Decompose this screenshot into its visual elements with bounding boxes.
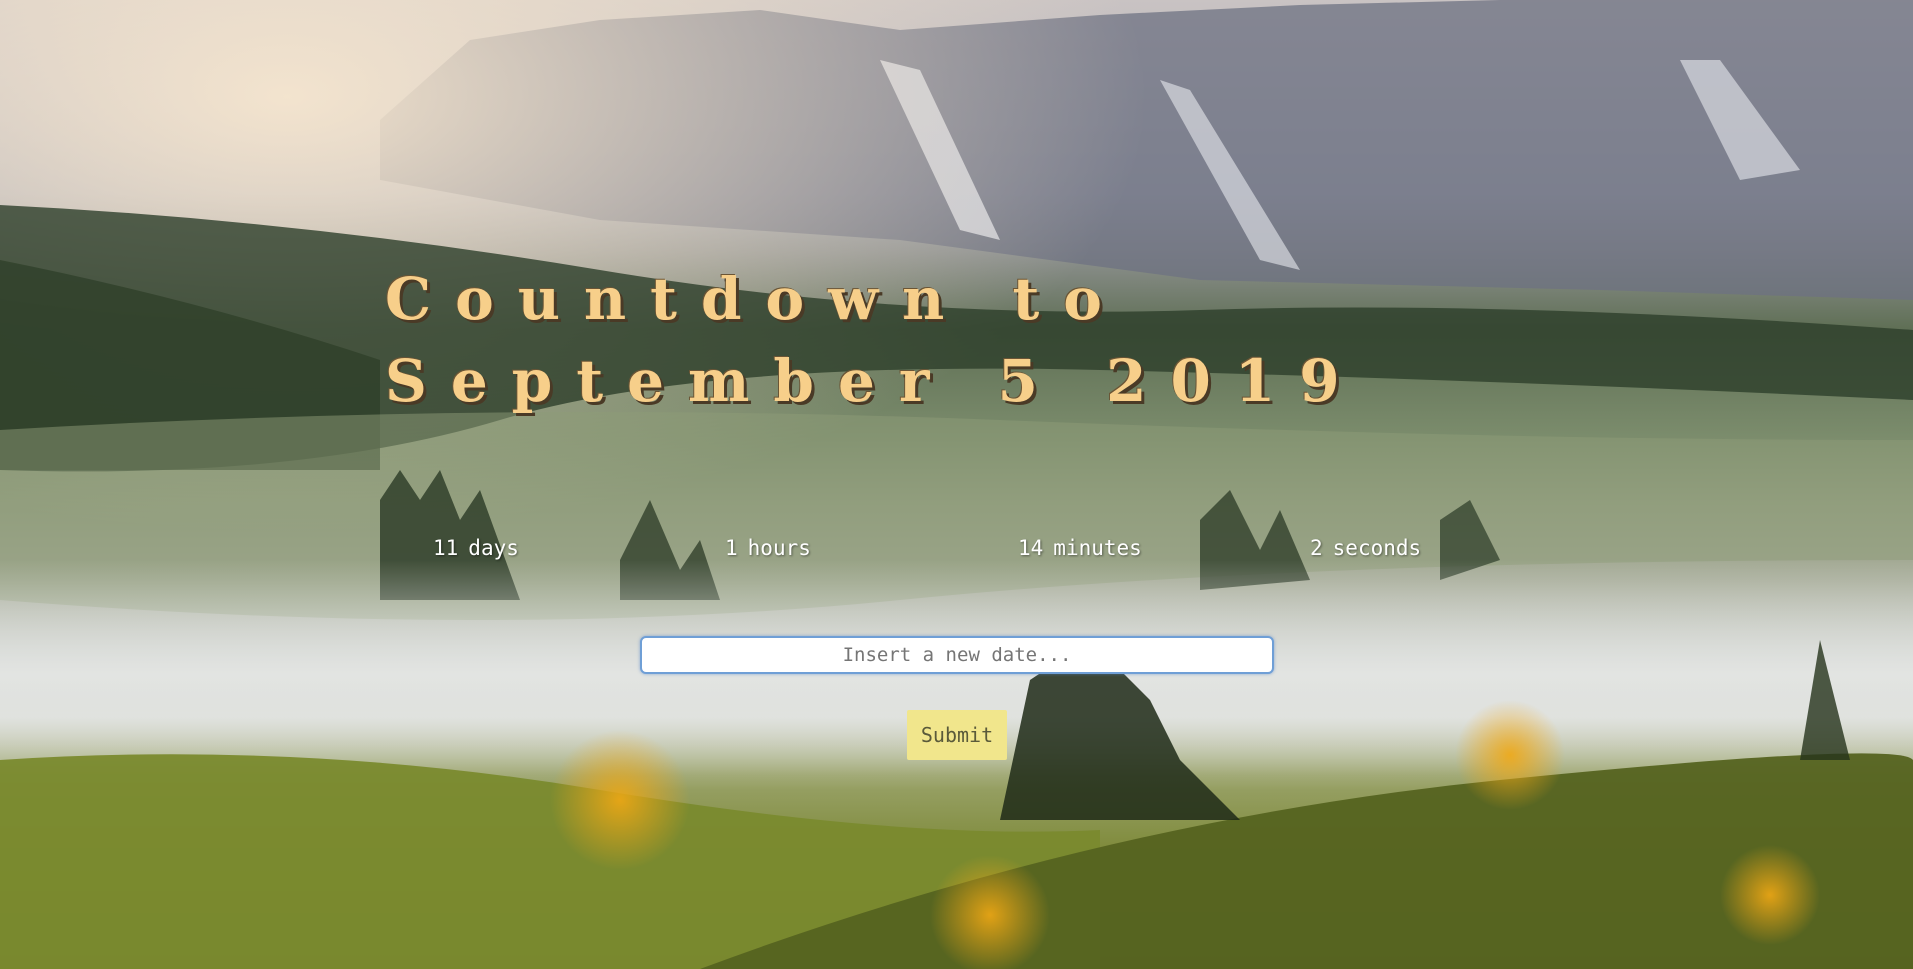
days-unit: days <box>468 536 519 560</box>
page-title: Countdown to September 5 2019 <box>385 265 1364 415</box>
countdown-display: 11 days 1 hours 14 minutes 2 seconds <box>0 536 1913 566</box>
background-landscape-image <box>0 0 1913 969</box>
seconds-value: 2 <box>1310 536 1323 560</box>
countdown-hours: 1 hours <box>725 536 821 560</box>
days-value: 11 <box>433 536 459 560</box>
hours-unit: hours <box>747 536 811 560</box>
minutes-unit: minutes <box>1053 536 1142 560</box>
countdown-seconds: 2 seconds <box>1310 536 1431 560</box>
countdown-days: 11 days <box>433 536 529 560</box>
new-date-input[interactable] <box>640 636 1274 674</box>
hours-value: 1 <box>725 536 738 560</box>
seconds-unit: seconds <box>1332 536 1422 560</box>
countdown-minutes: 14 minutes <box>1018 536 1152 560</box>
submit-button[interactable]: Submit <box>907 710 1007 760</box>
minutes-value: 14 <box>1018 536 1044 560</box>
